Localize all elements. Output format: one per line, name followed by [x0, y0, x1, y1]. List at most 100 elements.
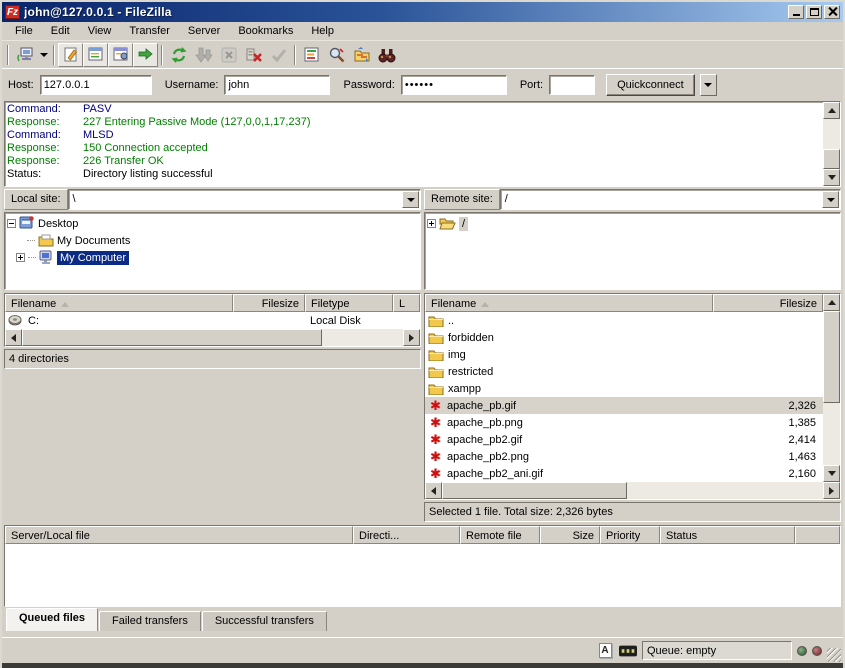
scrollbar-thumb[interactable]: [442, 482, 627, 499]
column-header-filesize[interactable]: Filesize: [713, 294, 823, 312]
toggle-local-tree-button[interactable]: [83, 43, 108, 67]
menu-bookmarks[interactable]: Bookmarks: [229, 23, 302, 40]
menu-file[interactable]: File: [6, 23, 42, 40]
my-computer-icon: [39, 250, 54, 265]
column-header-priority[interactable]: Priority: [600, 526, 660, 544]
toggle-message-log-button[interactable]: [58, 43, 83, 67]
menu-transfer[interactable]: Transfer: [120, 23, 179, 40]
remote-file-row-selected[interactable]: ✱apache_pb.gif 2,326: [425, 397, 823, 414]
remote-horizontal-scrollbar[interactable]: [425, 482, 840, 499]
column-header-remote-file[interactable]: Remote file: [460, 526, 540, 544]
menu-server[interactable]: Server: [179, 23, 229, 40]
remote-folder-row[interactable]: forbidden: [425, 329, 823, 346]
tree-item-my-computer[interactable]: My Computer: [7, 249, 420, 266]
tab-queued-files[interactable]: Queued files: [6, 608, 98, 631]
collapse-icon[interactable]: [7, 219, 16, 228]
column-header-size[interactable]: Size: [540, 526, 600, 544]
filename-cell: apache_pb2.gif: [447, 434, 522, 446]
my-documents-icon: [38, 234, 54, 247]
refresh-button[interactable]: [166, 43, 191, 67]
menu-help[interactable]: Help: [302, 23, 343, 40]
tab-successful-transfers[interactable]: Successful transfers: [202, 611, 327, 631]
remote-folder-row[interactable]: ..: [425, 312, 823, 329]
local-site-combobox[interactable]: \: [68, 189, 421, 210]
remote-folder-row[interactable]: img: [425, 346, 823, 363]
column-header-last-modified[interactable]: L: [393, 294, 420, 312]
transfer-type-indicator[interactable]: A: [596, 643, 614, 659]
column-header-filename[interactable]: Filename: [5, 294, 233, 312]
tab-failed-transfers[interactable]: Failed transfers: [99, 611, 201, 631]
column-label: Server/Local file: [11, 530, 90, 542]
recursive-operation-button[interactable]: [266, 43, 291, 67]
local-site-dropdown[interactable]: [402, 191, 419, 208]
local-horizontal-scrollbar[interactable]: [5, 329, 420, 346]
remote-file-row[interactable]: ✱apache_pb.png 1,385: [425, 414, 823, 431]
folder-icon: [428, 366, 444, 378]
local-list-body: C: Local Disk: [5, 312, 420, 329]
port-input[interactable]: [549, 75, 595, 95]
remote-tree: /: [424, 212, 841, 290]
column-header-direction[interactable]: Directi...: [353, 526, 460, 544]
scroll-up-button[interactable]: [823, 102, 840, 119]
close-button[interactable]: [824, 5, 840, 19]
toolbar-separator: [53, 45, 55, 65]
scrollbar-thumb[interactable]: [823, 149, 840, 169]
filesize-cell: 2,326: [713, 400, 823, 412]
remote-file-row[interactable]: ✱apache_pb2.gif 2,414: [425, 431, 823, 448]
menu-view[interactable]: View: [79, 23, 121, 40]
queue-header: Server/Local file Directi... Remote file…: [5, 526, 840, 544]
column-header-server-local-file[interactable]: Server/Local file: [5, 526, 353, 544]
log-scrollbar[interactable]: [823, 102, 840, 186]
synchronized-browsing-button[interactable]: [349, 43, 374, 67]
remote-site-combobox[interactable]: /: [500, 189, 841, 210]
scroll-left-button[interactable]: [425, 482, 442, 499]
scroll-right-button[interactable]: [403, 329, 420, 346]
encryption-indicator[interactable]: [619, 643, 637, 659]
password-input[interactable]: [401, 75, 507, 95]
scroll-up-button[interactable]: [823, 294, 840, 311]
local-file-row[interactable]: C: Local Disk: [5, 312, 420, 329]
column-header-filetype[interactable]: Filetype: [305, 294, 393, 312]
quickconnect-button[interactable]: Quickconnect: [606, 74, 695, 96]
host-input[interactable]: [40, 75, 152, 95]
minimize-button[interactable]: [788, 5, 804, 19]
site-manager-dropdown[interactable]: [37, 43, 50, 67]
directory-comparison-button[interactable]: [299, 43, 324, 67]
maximize-button[interactable]: [806, 5, 822, 19]
scrollbar-thumb[interactable]: [823, 311, 840, 403]
column-header-status[interactable]: Status: [660, 526, 795, 544]
username-input[interactable]: [224, 75, 330, 95]
site-manager-button[interactable]: [12, 43, 37, 67]
toggle-remote-tree-button[interactable]: [108, 43, 133, 67]
scrollbar-thumb[interactable]: [22, 329, 322, 346]
remote-vertical-scrollbar[interactable]: [823, 294, 840, 482]
toggle-transfer-queue-button[interactable]: [133, 43, 158, 67]
expand-icon[interactable]: [427, 219, 436, 228]
column-header-filesize[interactable]: Filesize: [233, 294, 305, 312]
expand-icon[interactable]: [16, 253, 25, 262]
tree-item-my-documents[interactable]: My Documents: [7, 232, 420, 249]
tree-item-desktop[interactable]: Desktop: [7, 215, 420, 232]
disconnect-button[interactable]: [241, 43, 266, 67]
resize-grip[interactable]: [827, 648, 841, 662]
quickconnect-bar: Host: Username: Password: Port: Quickcon…: [2, 68, 843, 100]
tree-item-root[interactable]: /: [427, 215, 840, 232]
remote-folder-row[interactable]: restricted: [425, 363, 823, 380]
scroll-right-button[interactable]: [823, 482, 840, 499]
scroll-down-button[interactable]: [823, 465, 840, 482]
scroll-down-button[interactable]: [823, 169, 840, 186]
quickconnect-dropdown[interactable]: [700, 74, 717, 96]
menu-edit[interactable]: Edit: [42, 23, 79, 40]
find-files-button[interactable]: [324, 43, 349, 67]
process-queue-button[interactable]: [191, 43, 216, 67]
encryption-icon: [619, 645, 637, 657]
filename-cell: apache_pb2.png: [447, 451, 529, 463]
filter-button[interactable]: [374, 43, 399, 67]
cancel-operation-button[interactable]: [216, 43, 241, 67]
remote-site-dropdown[interactable]: [822, 191, 839, 208]
remote-folder-row[interactable]: xampp: [425, 380, 823, 397]
remote-file-row[interactable]: ✱apache_pb2_ani.gif 2,160: [425, 465, 823, 482]
remote-file-row[interactable]: ✱apache_pb2.png 1,463: [425, 448, 823, 465]
column-header-filename[interactable]: Filename: [425, 294, 713, 312]
scroll-left-button[interactable]: [5, 329, 22, 346]
